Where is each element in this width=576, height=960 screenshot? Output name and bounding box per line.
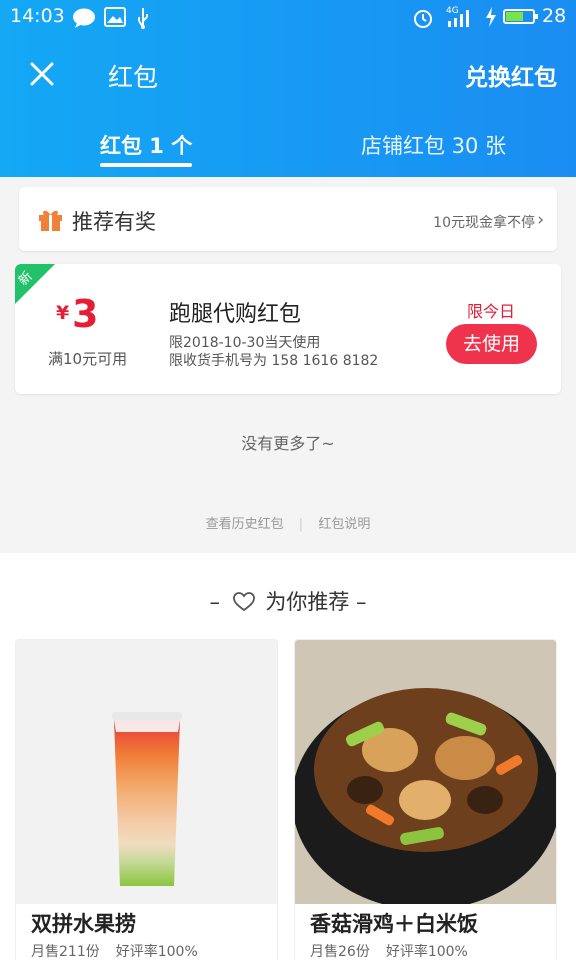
use-coupon-button[interactable]: 去使用 bbox=[446, 324, 537, 364]
section-title-text: 为你推荐 bbox=[265, 590, 350, 614]
coupon-name: 跑腿代购红包 bbox=[169, 302, 302, 327]
message-icon bbox=[73, 8, 95, 28]
product-name: 双拼水果捞 bbox=[31, 912, 136, 936]
divider: | bbox=[298, 517, 304, 532]
tab-coupons[interactable]: 红包 1 个 bbox=[100, 130, 193, 167]
gift-icon bbox=[39, 210, 62, 231]
monthly-sales: 月售211份 bbox=[31, 944, 100, 960]
no-more-text: 没有更多了~ bbox=[241, 434, 335, 453]
product-image bbox=[295, 640, 556, 904]
battery-level: 28 bbox=[542, 5, 567, 27]
chevron-right-icon: › bbox=[537, 210, 544, 230]
recommend-section-title: – 为你推荐 – bbox=[0, 586, 576, 616]
tab-active-indicator bbox=[100, 163, 193, 167]
usb-icon bbox=[138, 8, 148, 29]
alarm-icon bbox=[414, 10, 432, 28]
today-only-label: 限今日 bbox=[467, 302, 516, 321]
footer-links: 查看历史红包 | 红包说明 bbox=[0, 513, 576, 532]
tab-label: 红包 1 个 bbox=[100, 134, 193, 158]
min-spend: 满10元可用 bbox=[48, 350, 128, 368]
product-image bbox=[16, 640, 277, 904]
product-card[interactable]: 双拼水果捞 月售211份 好评率100% bbox=[15, 639, 278, 960]
image-icon bbox=[104, 7, 126, 27]
tab-shop-coupons[interactable]: 店铺红包 30 张 bbox=[361, 130, 506, 160]
recommend-promo: 10元现金拿不停 bbox=[433, 215, 535, 231]
rating: 好评率100% bbox=[115, 944, 198, 960]
signal-icon bbox=[448, 10, 469, 27]
recommend-section: – 为你推荐 – 双拼水果捞 月售211份 好评率100% 香菇滑鸡＋白米饭 月… bbox=[0, 553, 576, 960]
close-icon[interactable] bbox=[26, 58, 58, 90]
product-name: 香菇滑鸡＋白米饭 bbox=[310, 912, 478, 936]
history-coupons-link[interactable]: 查看历史红包 bbox=[206, 517, 284, 532]
title-dash: – bbox=[356, 590, 367, 614]
recommend-label: 推荐有奖 bbox=[72, 210, 156, 234]
battery-icon bbox=[503, 9, 538, 24]
product-stats: 月售26份 好评率100% bbox=[310, 941, 468, 960]
tab-label: 店铺红包 30 张 bbox=[361, 134, 507, 158]
coupon-explain-link[interactable]: 红包说明 bbox=[318, 517, 370, 532]
status-bar: 14:03 4G 28 bbox=[0, 0, 576, 34]
redeem-coupon-button[interactable]: 兑换红包 bbox=[465, 58, 557, 92]
charging-icon bbox=[486, 7, 496, 27]
coupon-phone-limit: 限收货手机号为 158 1616 8182 bbox=[169, 353, 379, 369]
product-card[interactable]: 香菇滑鸡＋白米饭 月售26份 好评率100% bbox=[294, 639, 557, 960]
title-dash: – bbox=[209, 590, 220, 614]
page-title: 红包 bbox=[108, 63, 159, 92]
coupon-valid-date: 限2018-10-30当天使用 bbox=[169, 335, 321, 351]
currency-symbol: ¥ bbox=[56, 302, 70, 324]
amount-value: 3 bbox=[72, 292, 99, 336]
rating: 好评率100% bbox=[385, 944, 468, 960]
recommend-reward-bar[interactable]: 推荐有奖 10元现金拿不停 › bbox=[19, 187, 557, 251]
monthly-sales: 月售26份 bbox=[310, 944, 370, 960]
status-time: 14:03 bbox=[10, 5, 65, 27]
heart-icon bbox=[232, 592, 255, 612]
header: 14:03 4G 28 红包 兑换红包 红包 1 个 店铺红包 30 张 bbox=[0, 0, 576, 177]
product-stats: 月售211份 好评率100% bbox=[31, 941, 198, 960]
